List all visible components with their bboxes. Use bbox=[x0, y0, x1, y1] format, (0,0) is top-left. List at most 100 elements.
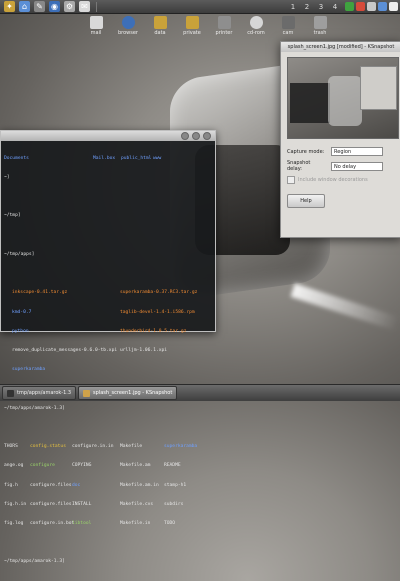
taskbar-item-label: splash_screen1.jpg - KSnapshot bbox=[93, 390, 173, 396]
network-icon[interactable] bbox=[345, 2, 354, 11]
volume-icon[interactable] bbox=[378, 2, 387, 11]
desktop-pager[interactable]: 1 2 3 4 bbox=[287, 3, 341, 11]
preview-window-thumb bbox=[360, 66, 397, 110]
file-entry: ange.og bbox=[4, 463, 24, 469]
taskbar-item-label: tmp/apps/amarok-1.3 bbox=[17, 390, 72, 396]
terminal-titlebar[interactable] bbox=[1, 131, 215, 141]
dir-entry: doc bbox=[72, 482, 81, 488]
terminal-icon bbox=[7, 389, 14, 397]
settings-icon[interactable]: ⚙ bbox=[64, 1, 75, 12]
taskbar-item-ksnapshot[interactable]: splash_screen1.jpg - KSnapshot bbox=[78, 386, 178, 400]
dir-entry: kmd-0.7 bbox=[12, 309, 32, 315]
terminal-listing-row: remove_duplicate_messages-0.6.0-tb.xpi u… bbox=[4, 348, 212, 354]
capture-mode-row: Capture mode: Region bbox=[287, 147, 383, 156]
desktop-icon-label: trash bbox=[313, 30, 327, 36]
preview-terminal-thumb bbox=[290, 83, 330, 123]
help-button[interactable]: Help bbox=[287, 194, 325, 208]
desktop-icon-data[interactable]: data bbox=[144, 16, 176, 36]
file-entry: libtool bbox=[72, 520, 92, 526]
file-entry: remove_duplicate_messages-0.6.0-tb.xpi bbox=[12, 348, 118, 353]
desktop-icon-label: browser bbox=[117, 30, 138, 36]
clipboard-icon[interactable] bbox=[367, 2, 376, 11]
top-panel: ✦ ⌂ ✎ ◉ ⚙ ✉ 1 2 3 4 bbox=[0, 0, 400, 14]
desktop-icon-cdrom[interactable]: cd-rom bbox=[240, 16, 272, 36]
terminal-prompt: ~/tmp/apps/amarok-1.3] bbox=[4, 559, 65, 565]
snapshot-delay-spinbox[interactable]: No delay bbox=[331, 161, 383, 171]
file-entry: inkscape-0.41.tar.gz bbox=[12, 290, 68, 296]
terminal-listing-row: fig.log configure.in.bot libtool Makefil… bbox=[4, 521, 212, 527]
taskbar-item-terminal[interactable]: tmp/apps/amarok-1.3 bbox=[2, 386, 77, 400]
desktop-icon-printer[interactable]: printer bbox=[208, 16, 240, 36]
file-entry: Makefile.am bbox=[120, 463, 151, 469]
file-entry: subdirs bbox=[164, 501, 184, 507]
pager-desktop-3[interactable]: 3 bbox=[315, 3, 327, 11]
terminal-listing-row: superkaramba bbox=[4, 367, 212, 373]
taskbar: tmp/apps/amarok-1.3 splash_screen1.jpg -… bbox=[0, 384, 400, 401]
terminal-prompt: ~/tmp/apps/amarok-1.3] bbox=[4, 405, 65, 411]
desktop-icon-private[interactable]: private bbox=[176, 16, 208, 36]
tools-icon[interactable]: ✎ bbox=[34, 1, 45, 12]
desktop-icons: mail browser data private printer cd-rom… bbox=[80, 16, 336, 36]
system-tray bbox=[345, 2, 398, 11]
close-button[interactable] bbox=[203, 132, 211, 140]
file-entry: README bbox=[164, 463, 181, 469]
file-entry: Makefile.am.in bbox=[120, 482, 159, 488]
terminal-header-row: Documents Mail.box public_html www bbox=[4, 156, 212, 162]
terminal-listing-row: ange.og configure COPYING Makefile.am RE… bbox=[4, 463, 212, 469]
terminal-listing-row: python thunderbird-1.0.5.tar.gz bbox=[4, 329, 212, 335]
browser-icon bbox=[121, 16, 135, 29]
snapshot-delay-label: Snapshot delay: bbox=[287, 160, 311, 172]
snapshot-delay-row: Snapshot delay: No delay bbox=[287, 160, 383, 172]
maximize-button[interactable] bbox=[192, 132, 200, 140]
window-decorations-label: Include window decorations bbox=[298, 177, 368, 183]
file-entry: configure.in.bot bbox=[30, 520, 75, 526]
terminal-line: ~/tmp] bbox=[4, 213, 21, 219]
terminal-window[interactable]: Documents Mail.box public_html www ~] ~/… bbox=[0, 130, 216, 564]
desktop-icon-cam[interactable]: cam bbox=[272, 16, 304, 36]
window-decorations-checkbox[interactable] bbox=[287, 176, 295, 184]
pager-desktop-1[interactable]: 1 bbox=[287, 3, 299, 11]
file-entry: Makefile.in bbox=[120, 520, 151, 526]
printer-icon bbox=[217, 16, 231, 29]
folder-icon bbox=[153, 16, 167, 29]
file-entry: taglib-devel-1.4-1.i586.rpm bbox=[120, 309, 195, 315]
desktop-icon-trash[interactable]: trash bbox=[304, 16, 336, 36]
ksnapshot-titlebar[interactable]: splash_screen1.jpg [modified] - KSnapsho… bbox=[281, 42, 400, 52]
pager-desktop-2[interactable]: 2 bbox=[301, 3, 313, 11]
alert-icon[interactable] bbox=[356, 2, 365, 11]
dir-entry: superkaramba bbox=[12, 367, 46, 373]
terminal-listing-row: fig.h.in configure.files INSTALL Makefil… bbox=[4, 502, 212, 508]
file-entry: configure.files bbox=[30, 482, 72, 488]
window-decorations-row: Include window decorations bbox=[287, 176, 368, 184]
folder-icon bbox=[185, 16, 199, 29]
ksnapshot-window[interactable]: splash_screen1.jpg [modified] - KSnapsho… bbox=[280, 41, 400, 238]
file-entry: THORS bbox=[4, 444, 18, 450]
clock-icon[interactable] bbox=[389, 2, 398, 11]
desktop-icon-label: cd-rom bbox=[247, 30, 265, 36]
minimize-button[interactable] bbox=[181, 132, 189, 140]
desktop-icon-label: printer bbox=[215, 30, 233, 36]
capture-mode-label: Capture mode: bbox=[287, 148, 325, 155]
desktop-icon-mail[interactable]: mail bbox=[80, 16, 112, 36]
file-entry: Makefile.cvs bbox=[120, 501, 154, 507]
browser-launcher-icon[interactable]: ◉ bbox=[49, 1, 60, 12]
pager-desktop-4[interactable]: 4 bbox=[329, 3, 341, 11]
panel-separator bbox=[96, 1, 97, 12]
snapshot-preview[interactable] bbox=[287, 57, 399, 139]
terminal-output[interactable]: Documents Mail.box public_html www ~] ~/… bbox=[1, 141, 215, 581]
file-entry: COPYING bbox=[72, 463, 92, 469]
kmenu-icon[interactable]: ✦ bbox=[4, 1, 15, 12]
file-entry: config.status bbox=[30, 444, 66, 450]
terminal-listing-row: THORS config.status configure.in.in Make… bbox=[4, 444, 212, 450]
file-entry: fig.log bbox=[4, 520, 24, 526]
mail-launcher-icon[interactable]: ✉ bbox=[79, 1, 90, 12]
capture-mode-select[interactable]: Region bbox=[331, 147, 383, 156]
desktop-icon-label: cam bbox=[282, 30, 294, 36]
file-entry: superkaramba-0.37.RC3.tar.gz bbox=[120, 290, 198, 296]
desktop-icon-browser[interactable]: browser bbox=[112, 16, 144, 36]
home-icon[interactable]: ⌂ bbox=[19, 1, 30, 12]
mail-icon bbox=[89, 16, 103, 29]
dir-entry: Mail.box bbox=[93, 155, 116, 161]
dir-entry: public_html bbox=[121, 155, 152, 161]
file-entry: fig.h bbox=[4, 482, 18, 488]
